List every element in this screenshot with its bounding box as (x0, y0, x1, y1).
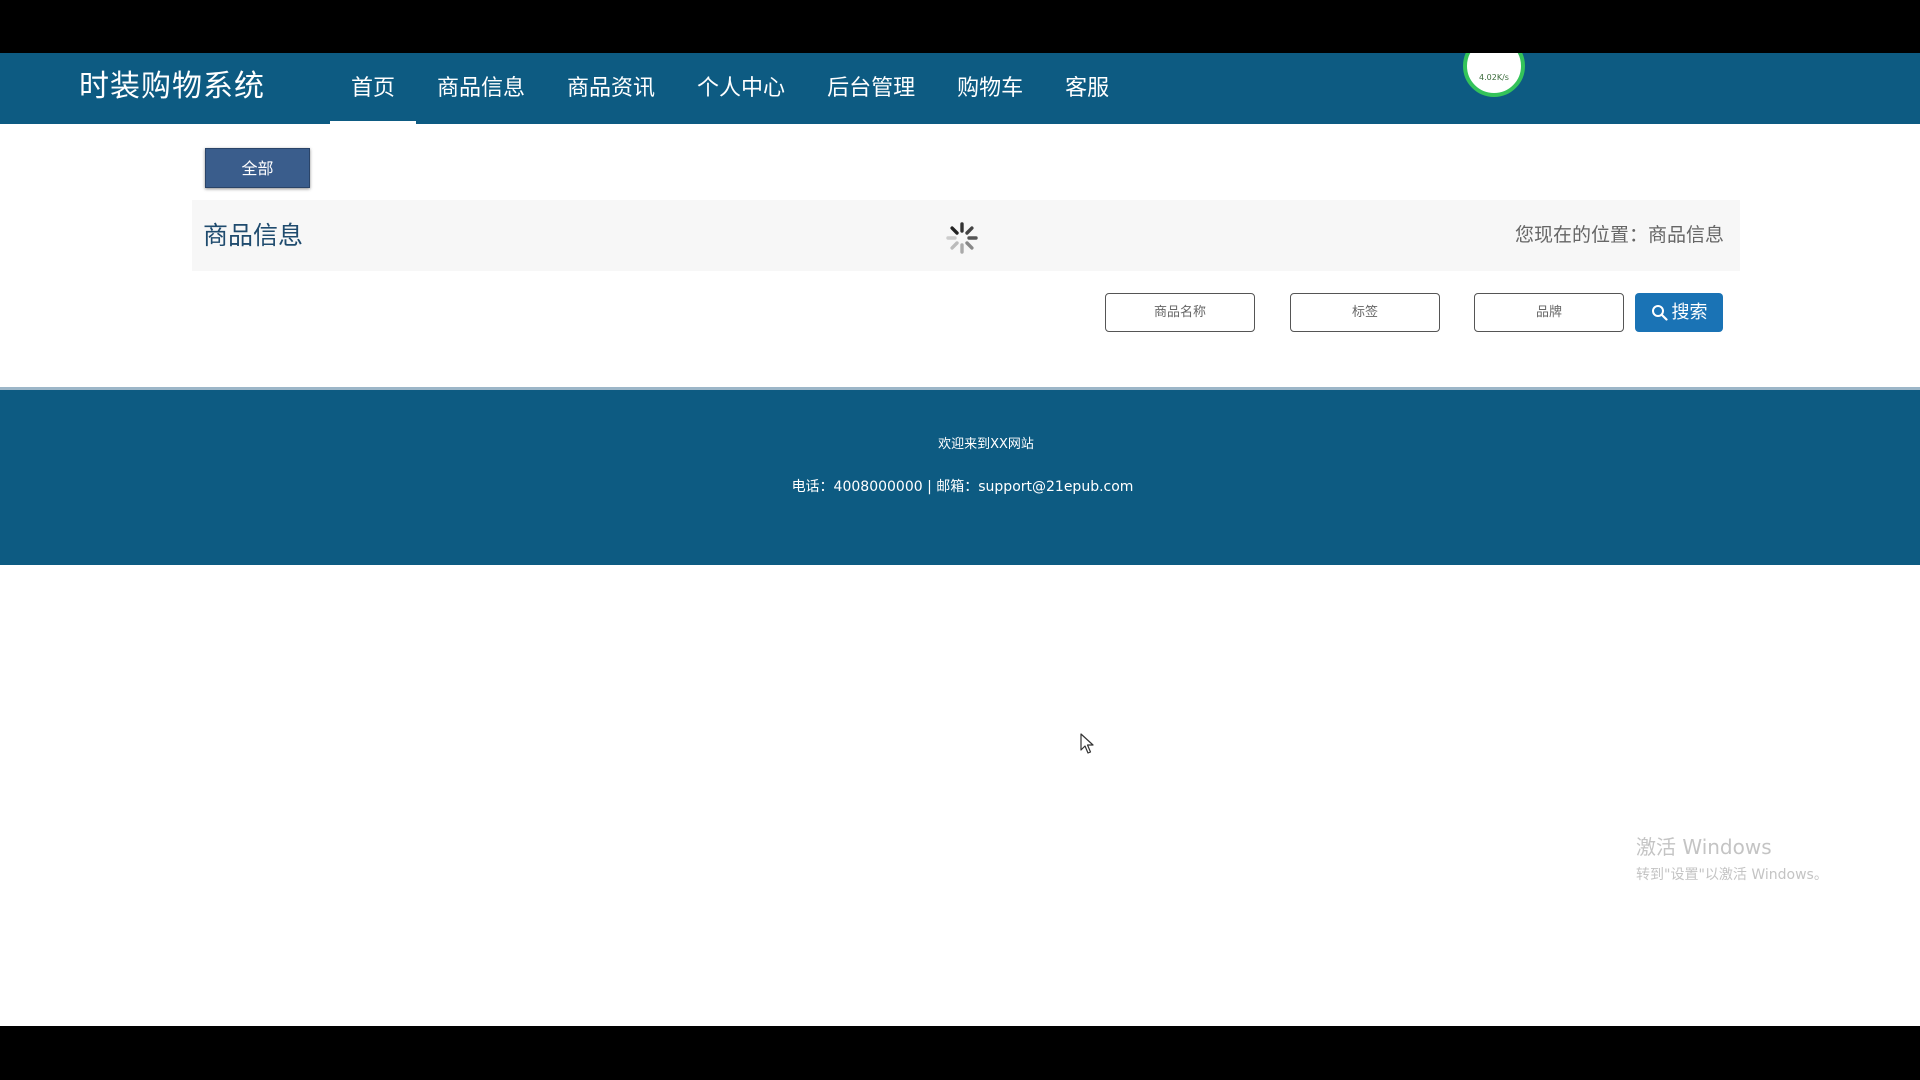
loading-spinner-icon (946, 222, 978, 254)
main-nav: 首页 商品信息 商品资讯 个人中心 后台管理 购物车 客服 (330, 53, 1130, 124)
footer-contact: 电话：4008000000 | 邮箱：support@21epub.com (791, 479, 1134, 495)
top-navbar: 时装购物系统 首页 商品信息 商品资讯 个人中心 后台管理 购物车 客服 4.0… (0, 53, 1920, 124)
search-icon (1651, 305, 1668, 321)
nav-item-news[interactable]: 商品资讯 (546, 53, 676, 124)
mouse-cursor-icon (1080, 733, 1094, 754)
tag-input[interactable] (1290, 293, 1440, 332)
brand-input[interactable] (1474, 293, 1624, 332)
search-button-label: 搜索 (1671, 302, 1708, 323)
product-name-input[interactable] (1105, 293, 1255, 332)
site-brand[interactable]: 时装购物系统 (79, 67, 265, 107)
watermark-line-1: 激活 Windows (1636, 835, 1772, 859)
network-speed-badge[interactable]: 4.02K/s (1463, 53, 1525, 97)
screen: 时装购物系统 首页 商品信息 商品资讯 个人中心 后台管理 购物车 客服 4.0… (0, 0, 1920, 1080)
section-title-bar: 商品信息 您现在的位置：商品信息 (192, 200, 1740, 271)
nav-item-products[interactable]: 商品信息 (416, 53, 546, 124)
watermark-line-2: 转到"设置"以激活 Windows。 (1636, 867, 1828, 883)
nav-item-home[interactable]: 首页 (330, 53, 417, 124)
browser-page: 时装购物系统 首页 商品信息 商品资讯 个人中心 后台管理 购物车 客服 4.0… (0, 53, 1920, 1026)
search-button[interactable]: 搜索 (1635, 293, 1723, 332)
network-speed-text: 4.02K/s (1479, 73, 1509, 82)
nav-item-cart[interactable]: 购物车 (936, 53, 1044, 124)
nav-item-profile[interactable]: 个人中心 (676, 53, 806, 124)
all-category-button[interactable]: 全部 (205, 148, 310, 188)
windows-activation-watermark: 激活 Windows 转到"设置"以激活 Windows。 (1636, 831, 1828, 884)
breadcrumb-location: 您现在的位置：商品信息 (1514, 224, 1724, 246)
footer-welcome: 欢迎来到XX网站 (938, 437, 1034, 452)
nav-item-admin[interactable]: 后台管理 (806, 53, 936, 124)
section-title: 商品信息 (203, 221, 304, 250)
site-footer: 欢迎来到XX网站 电话：4008000000 | 邮箱：support@21ep… (0, 387, 1920, 565)
search-row: 搜索 (0, 293, 1920, 333)
nav-item-service[interactable]: 客服 (1044, 53, 1130, 124)
